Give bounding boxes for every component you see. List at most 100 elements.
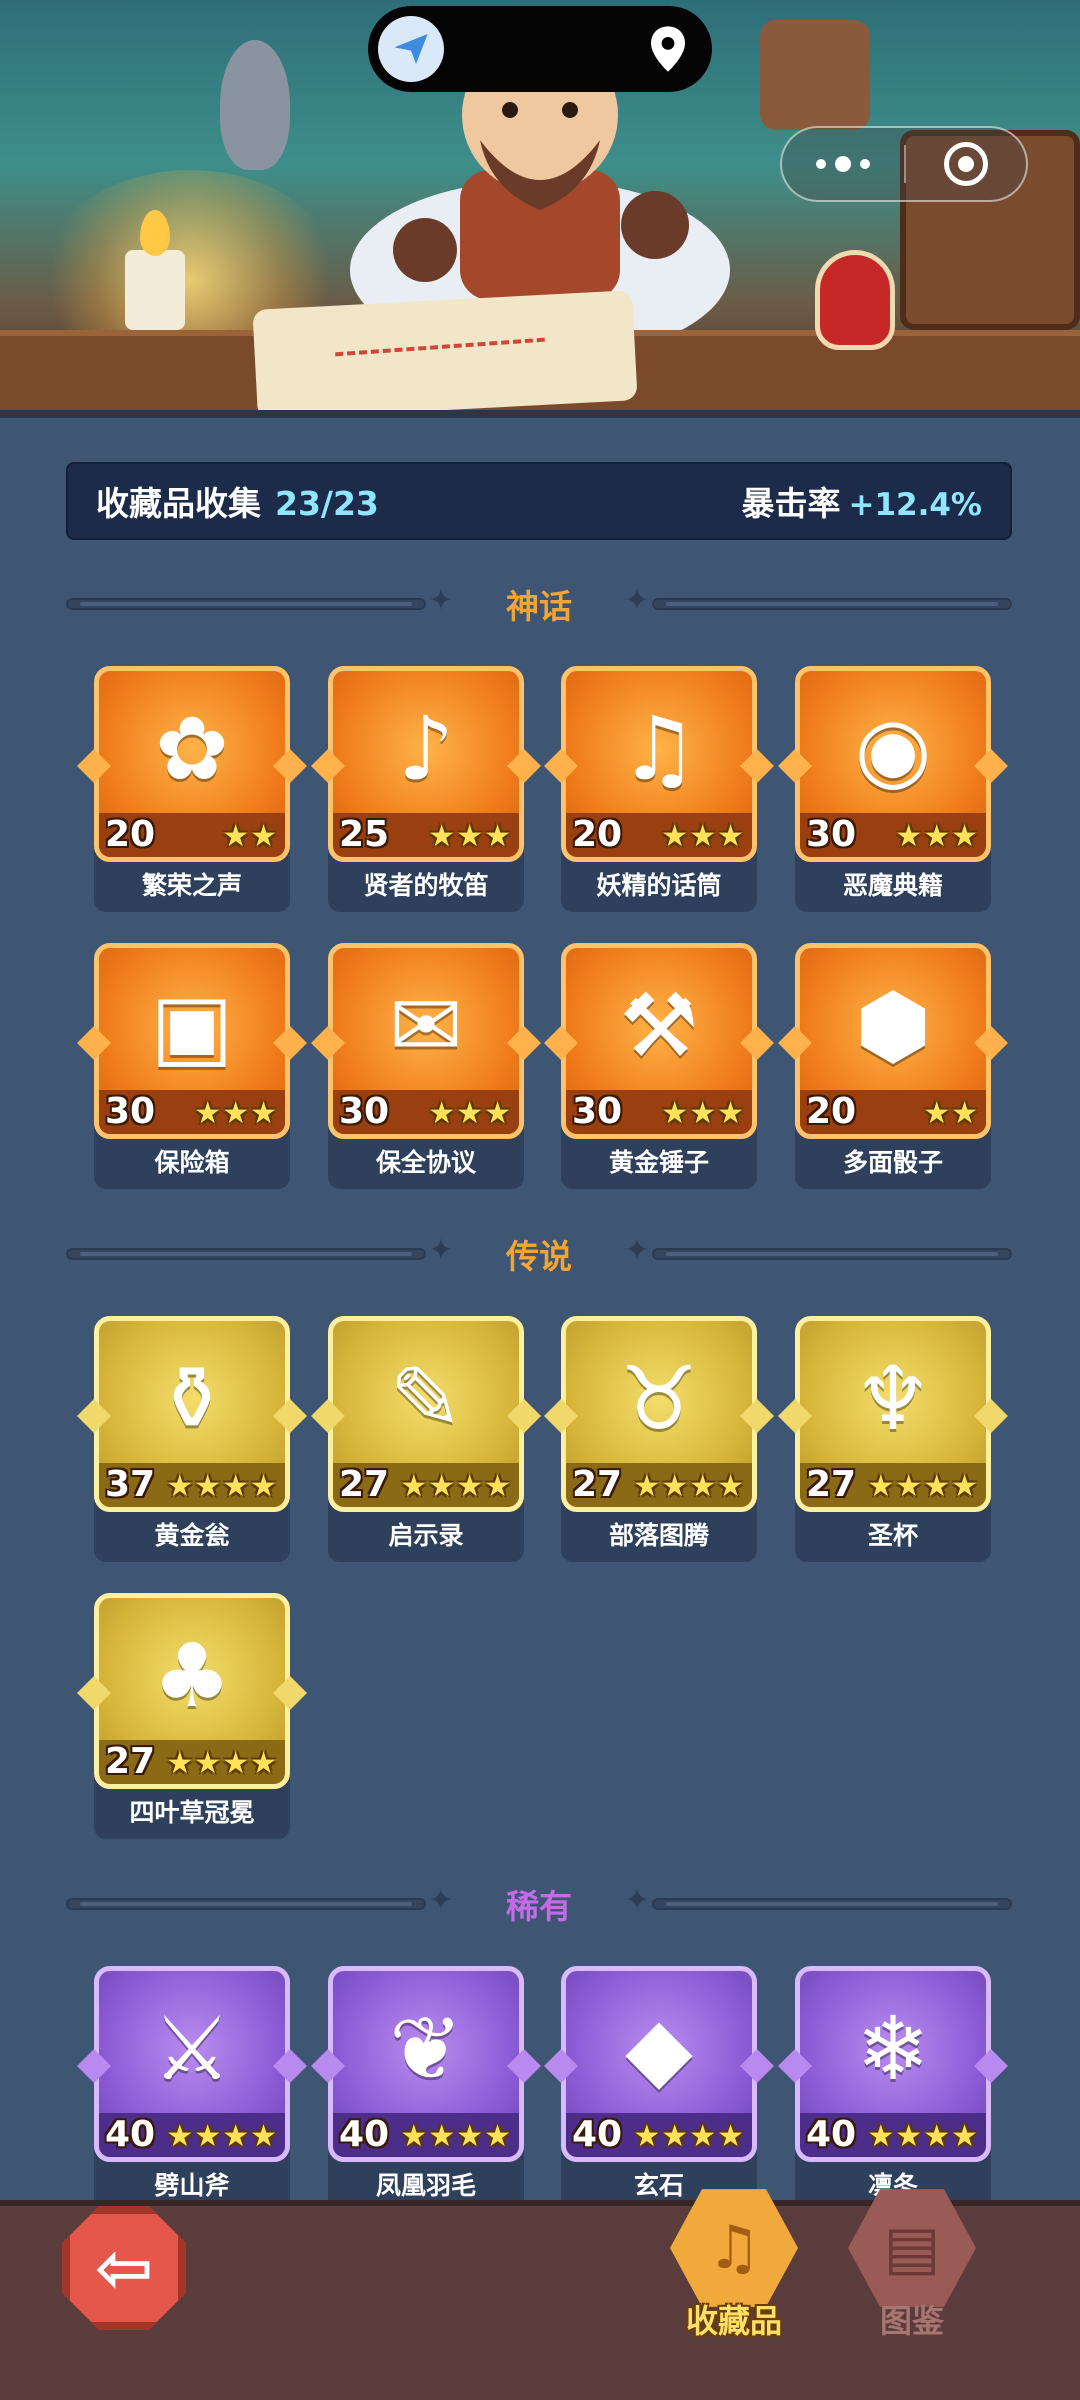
star-icon: ★: [717, 1096, 744, 1131]
item-icon: ◆: [625, 1997, 693, 2100]
collectible-card[interactable]: 繁荣之声 ✿ 20 ★ ★: [77, 666, 307, 912]
item-frame: ♫ 20 ★ ★ ★: [561, 666, 757, 862]
item-frame: ⬢ 20 ★ ★: [795, 943, 991, 1139]
collectible-card[interactable]: 贤者的牧笛 ♪ 25 ★ ★ ★: [311, 666, 541, 912]
collection-content: 收藏品收集 23/23 暴击率 +12.4% ✦ 神话 ✦ 繁荣之声 ✿ 20 ★ ★ 贤者的牧笛 ♪…: [0, 418, 1080, 2200]
item-level: 40: [806, 2114, 857, 2155]
star-icon: ★: [222, 1746, 250, 1781]
item-frame: ♆ 27 ★ ★ ★ ★: [795, 1316, 991, 1512]
item-frame: ⚒ 30 ★ ★ ★: [561, 943, 757, 1139]
item-level: 30: [105, 1091, 156, 1132]
item-icon: ◉: [854, 697, 932, 800]
star-icon: ★: [689, 1469, 717, 1504]
collection-summary-bar: 收藏品收集 23/23 暴击率 +12.4%: [66, 462, 1012, 540]
star-icon: ★: [895, 1469, 923, 1504]
collectible-card[interactable]: 劈山斧 ⚔ 40 ★ ★ ★ ★: [77, 1966, 307, 2200]
collectible-card[interactable]: 凤凰羽毛 ❦ 40 ★ ★ ★ ★: [311, 1966, 541, 2200]
item-level: 20: [806, 1091, 857, 1132]
star-rating: ★ ★ ★ ★: [633, 2122, 744, 2152]
item-level: 20: [105, 814, 156, 855]
collectible-card[interactable]: 多面骰子 ⬢ 20 ★ ★: [778, 943, 1008, 1189]
star-icon: ★: [951, 1469, 978, 1504]
collectible-card[interactable]: 启示录 ✎ 27 ★ ★ ★ ★: [311, 1316, 541, 1562]
divider-line: [652, 1248, 1012, 1260]
back-arrow-icon: ⇦: [94, 2227, 154, 2309]
section-header-legend: ✦ 传说 ✦: [66, 1228, 1012, 1278]
star-icon: ★: [428, 2119, 456, 2154]
item-level: 27: [339, 1464, 390, 1505]
item-icon: ⚒: [619, 974, 699, 1077]
star-icon: ★: [400, 2119, 428, 2154]
star-rating: ★ ★ ★: [661, 1099, 744, 1129]
close-target-icon[interactable]: [906, 142, 1026, 186]
divider-line: [652, 598, 1012, 610]
collectible-card[interactable]: 四叶草冠冕 ♣ 27 ★ ★ ★ ★: [77, 1593, 307, 1839]
star-icon: ★: [222, 819, 250, 854]
star-icon: ★: [428, 1096, 456, 1131]
collectible-card[interactable]: 保全协议 ✉ 30 ★ ★ ★: [311, 943, 541, 1189]
star-icon: ★: [456, 819, 484, 854]
collectible-card[interactable]: 恶魔典籍 ◉ 30 ★ ★ ★: [778, 666, 1008, 912]
star-icon: ★: [895, 819, 923, 854]
star-icon: ★: [428, 1469, 456, 1504]
lyre-icon: ♫: [670, 2189, 798, 2307]
star-icon: ★: [250, 1469, 277, 1504]
tab-collectibles[interactable]: ♫ 收藏品: [664, 2184, 804, 2354]
more-dots-icon[interactable]: [782, 156, 904, 172]
location-pin-icon[interactable]: [646, 22, 690, 76]
star-icon: ★: [428, 819, 456, 854]
tab-encyclopedia[interactable]: ▤ 图鉴: [842, 2184, 982, 2354]
item-frame: ✉ 30 ★ ★ ★: [328, 943, 524, 1139]
paper-plane-icon[interactable]: [378, 16, 444, 82]
star-icon: ★: [484, 819, 511, 854]
item-frame: ❄ 40 ★ ★ ★ ★: [795, 1966, 991, 2162]
item-frame: ♪ 25 ★ ★ ★: [328, 666, 524, 862]
star-icon: ★: [456, 2119, 484, 2154]
collectible-card[interactable]: 凛冬 ❄ 40 ★ ★ ★ ★: [778, 1966, 1008, 2200]
item-level: 20: [572, 814, 623, 855]
back-button[interactable]: ⇦: [62, 2206, 186, 2330]
collectible-card[interactable]: 圣杯 ♆ 27 ★ ★ ★ ★: [778, 1316, 1008, 1562]
star-icon: ★: [484, 2119, 511, 2154]
collectible-card[interactable]: 保险箱 ▣ 30 ★ ★ ★: [77, 943, 307, 1189]
star-icon: ★: [717, 819, 744, 854]
collection-label: 收藏品收集: [96, 484, 261, 523]
star-icon: ★: [484, 1469, 511, 1504]
star-icon: ★: [633, 1469, 661, 1504]
collectible-card[interactable]: 黄金锤子 ⚒ 30 ★ ★ ★: [544, 943, 774, 1189]
star-icon: ★: [194, 1469, 222, 1504]
star-icon: ★: [222, 1469, 250, 1504]
star-icon: ★: [222, 2119, 250, 2154]
star-icon: ★: [484, 1096, 511, 1131]
star-icon: ★: [661, 2119, 689, 2154]
item-level: 40: [105, 2114, 156, 2155]
star-rating: ★ ★ ★ ★: [166, 2122, 277, 2152]
star-rating: ★ ★: [222, 822, 277, 852]
star-icon: ★: [661, 1469, 689, 1504]
item-icon: ♆: [853, 1347, 933, 1450]
crit-rate: 暴击率 +12.4%: [741, 477, 982, 525]
hero-banner: [0, 0, 1080, 418]
star-rating: ★ ★ ★ ★: [400, 1472, 511, 1502]
sparkle-icon: ✦: [624, 1883, 650, 1918]
star-rating: ★ ★ ★ ★: [400, 2122, 511, 2152]
star-rating: ★ ★ ★ ★: [166, 1749, 277, 1779]
item-frame: ✎ 27 ★ ★ ★ ★: [328, 1316, 524, 1512]
collectible-card[interactable]: 妖精的话筒 ♫ 20 ★ ★ ★: [544, 666, 774, 912]
candle-illustration: [125, 250, 185, 330]
treasure-map-illustration: [252, 290, 638, 410]
star-icon: ★: [456, 1096, 484, 1131]
item-icon: ♣: [152, 1624, 232, 1727]
item-icon: ✎: [389, 1347, 463, 1450]
star-icon: ★: [867, 2119, 895, 2154]
item-icon: ❦: [389, 1997, 463, 2100]
collectible-card[interactable]: 部落图腾 ♉ 27 ★ ★ ★ ★: [544, 1316, 774, 1562]
item-icon: ♪: [397, 697, 455, 800]
item-icon: ⚔: [152, 1997, 232, 2100]
star-icon: ★: [661, 1096, 689, 1131]
section-header-mythic: ✦ 神话 ✦: [66, 578, 1012, 628]
collectible-card[interactable]: 玄石 ◆ 40 ★ ★ ★ ★: [544, 1966, 774, 2200]
item-level: 37: [105, 1464, 156, 1505]
star-icon: ★: [717, 2119, 744, 2154]
collectible-card[interactable]: 黄金瓮 ⚱ 37 ★ ★ ★ ★: [77, 1316, 307, 1562]
